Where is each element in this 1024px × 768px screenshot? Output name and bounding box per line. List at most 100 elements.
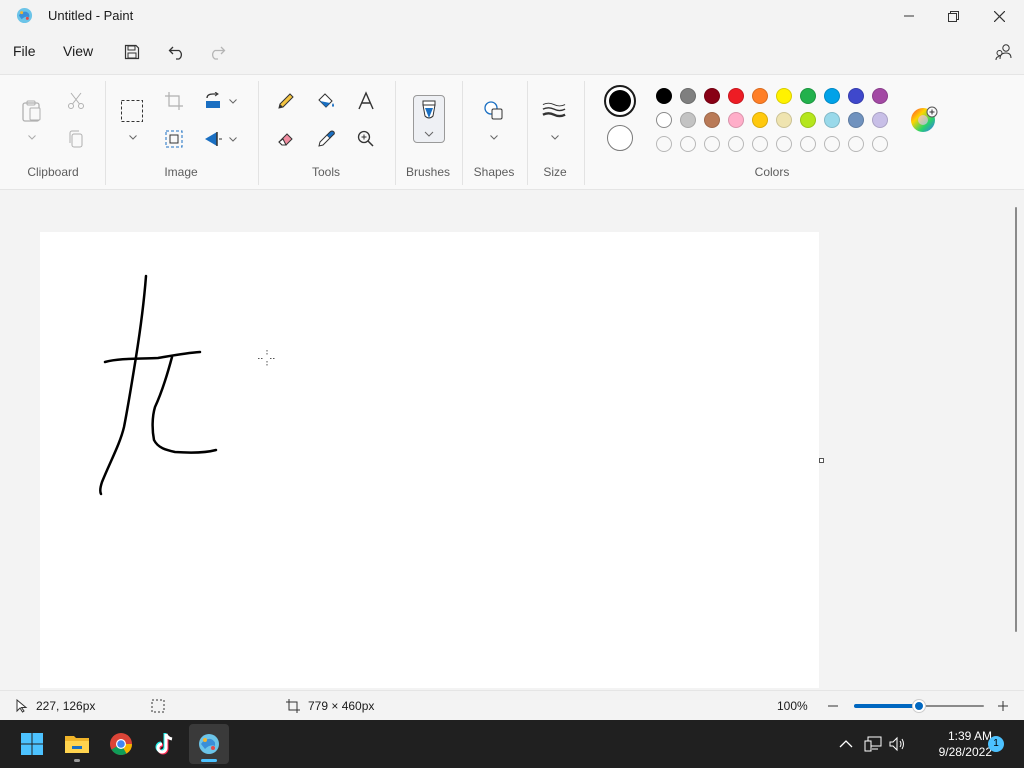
color-swatch[interactable] [752,88,768,104]
primary-color-button[interactable] [604,85,636,117]
restore-button[interactable] [930,0,976,32]
tools-group-label: Tools [311,165,341,179]
color-swatch[interactable] [704,88,720,104]
speaker-icon [889,736,904,752]
zoom-slider[interactable] [854,700,984,712]
select-button[interactable] [120,99,144,123]
ribbon-separator [462,81,463,185]
color-swatch[interactable] [776,112,792,128]
file-explorer-taskbar-button[interactable] [57,724,97,764]
rotate-button[interactable] [201,89,225,113]
color-swatch[interactable] [752,112,768,128]
eraser-button[interactable] [274,127,298,151]
scissors-icon [68,92,84,109]
rotate-dropdown[interactable] [228,97,238,105]
color-swatch[interactable] [728,88,744,104]
account-button[interactable] [993,41,1015,63]
minimize-button[interactable] [886,0,932,32]
zoom-track-fill [854,704,919,708]
system-clock[interactable]: 1:39 AM 9/28/2022 [912,728,992,760]
chevron-down-icon [229,136,237,142]
color-swatch[interactable] [728,112,744,128]
select-dropdown[interactable] [128,133,138,141]
volume-button[interactable] [888,734,908,754]
file-menu[interactable]: File [13,43,36,59]
chevron-down-icon [129,134,137,140]
color-picker-button[interactable] [314,127,338,151]
custom-color-slot[interactable] [656,136,672,152]
size-button[interactable] [542,99,566,123]
color-swatch[interactable] [824,112,840,128]
color-swatch[interactable] [800,112,816,128]
plus-icon [998,701,1008,711]
custom-color-slot[interactable] [800,136,816,152]
custom-color-slot[interactable] [824,136,840,152]
vertical-scrollbar[interactable] [1015,207,1017,632]
color-swatch[interactable] [872,88,888,104]
drawing-strokes [99,274,276,496]
shapes-dropdown[interactable] [489,133,499,141]
size-group-label: Size [543,165,567,179]
redo-button[interactable] [206,41,228,63]
show-hidden-icons-button[interactable] [836,734,856,754]
notification-badge[interactable]: 1 [988,736,1004,752]
paint-bucket-icon [318,93,334,108]
network-button[interactable] [863,734,883,754]
secondary-color-button[interactable] [607,125,633,151]
text-icon [358,91,374,110]
size-dropdown[interactable] [550,133,560,141]
chrome-taskbar-button[interactable] [101,724,141,764]
flip-button[interactable] [201,127,225,151]
pencil-button[interactable] [274,89,298,113]
custom-color-slot[interactable] [752,136,768,152]
crop-icon [165,92,183,110]
crop-button[interactable] [162,89,186,113]
view-menu[interactable]: View [63,43,93,59]
color-swatch[interactable] [848,88,864,104]
color-swatch[interactable] [656,88,672,104]
tiktok-taskbar-button[interactable] [145,724,185,764]
custom-color-slot[interactable] [680,136,696,152]
text-button[interactable] [354,89,378,113]
zoom-percentage[interactable]: 100% [777,699,808,713]
zoom-thumb[interactable] [913,700,925,712]
magnifier-icon [357,130,374,147]
color-swatch[interactable] [680,112,696,128]
drawing-canvas[interactable] [40,232,819,688]
paste-button[interactable] [20,99,44,123]
copy-button[interactable] [64,127,88,151]
color-swatch[interactable] [872,112,888,128]
fill-button[interactable] [314,89,338,113]
shapes-button[interactable] [482,99,506,123]
save-icon [124,44,140,60]
color-swatch[interactable] [800,88,816,104]
canvas-resize-handle[interactable] [819,458,824,463]
close-icon [993,10,1005,22]
close-button[interactable] [976,0,1022,32]
edit-colors-icon[interactable] [910,105,940,135]
undo-button[interactable] [166,41,188,63]
cut-button[interactable] [64,89,88,113]
magnifier-button[interactable] [354,127,378,151]
custom-color-slot[interactable] [728,136,744,152]
paste-dropdown[interactable] [27,133,37,141]
custom-color-slot[interactable] [848,136,864,152]
color-swatch[interactable] [848,112,864,128]
save-button[interactable] [121,41,143,63]
color-swatch[interactable] [704,112,720,128]
brushes-button[interactable] [413,95,445,143]
start-button[interactable] [12,724,52,764]
custom-color-slot[interactable] [704,136,720,152]
color-swatch[interactable] [656,112,672,128]
resize-button[interactable] [162,127,186,151]
paint-taskbar-button[interactable] [189,724,229,764]
color-swatch[interactable] [824,88,840,104]
custom-color-slot[interactable] [776,136,792,152]
color-swatch[interactable] [776,88,792,104]
zoom-in-button[interactable] [996,699,1010,713]
color-swatch[interactable] [680,88,696,104]
title-bar: Untitled - Paint [0,0,1024,32]
flip-dropdown[interactable] [228,135,238,143]
zoom-out-button[interactable] [826,699,840,713]
custom-color-slot[interactable] [872,136,888,152]
